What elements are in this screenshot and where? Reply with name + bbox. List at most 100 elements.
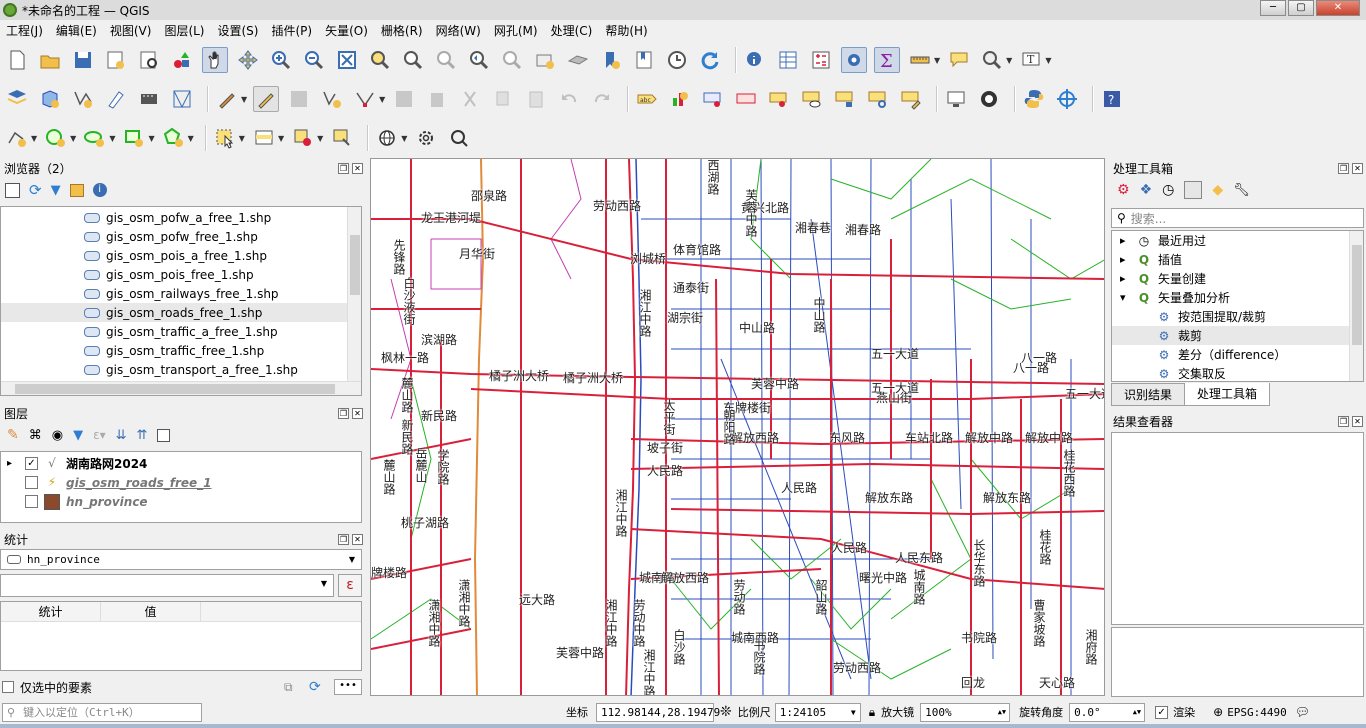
copy-features-icon[interactable] [490, 86, 516, 112]
add-ellipse-icon[interactable] [82, 125, 108, 151]
toolbox-search-input[interactable]: ⚲ 搜索... [1111, 208, 1364, 228]
label-move-tool-icon[interactable] [832, 86, 858, 112]
zoom-native-icon[interactable] [433, 47, 459, 73]
map-canvas[interactable]: 邵泉路 龙王港河堤 月华街 先锋路 白沙液街 滨湖路 枫林一路 新民路 麓山路 新民路 麓山路 岳麓山… [370, 158, 1105, 696]
close-panel-icon[interactable]: ✕ [1352, 415, 1363, 427]
spinner-arrows-icon[interactable]: ▲▼ [998, 708, 1006, 716]
browser-item[interactable]: gis_osm_transport_a_free_1.shp [1, 360, 349, 379]
chevron-right-icon[interactable]: ▸ [1120, 272, 1136, 285]
render-checkbox[interactable]: ✓ [1155, 705, 1169, 719]
copy-icon[interactable]: ⧉ [284, 680, 293, 695]
menu-edit[interactable]: 编辑(E) [56, 22, 97, 39]
toolbox-item[interactable]: ⚙ 差分（difference） [1112, 345, 1350, 364]
float-panel-icon[interactable]: ❐ [338, 533, 349, 545]
browser-item[interactable]: gis_osm_pofw_a_free_1.shp [1, 208, 349, 227]
statistical-summary-icon[interactable]: Σ [874, 47, 900, 73]
chevron-down-icon[interactable]: ▼ [109, 134, 115, 143]
delete-selected-icon[interactable] [424, 86, 450, 112]
close-panel-icon[interactable]: ✕ [352, 162, 363, 174]
open-attribute-table-icon[interactable] [775, 47, 801, 73]
undo-icon[interactable] [556, 86, 582, 112]
label-move-icon[interactable] [766, 86, 792, 112]
toolbox-item[interactable]: ⚙ 裁剪 [1112, 326, 1350, 345]
chevron-down-icon[interactable]: ▼ [401, 134, 407, 143]
chevron-down-icon[interactable]: ▼ [239, 134, 245, 143]
toolbox-item[interactable]: ▸ Q 矢量创建 [1112, 269, 1350, 288]
chevron-down-icon[interactable]: ▼ [379, 95, 385, 104]
toolbox-item[interactable]: ▾ Q 矢量叠加分析 [1112, 288, 1350, 307]
filter-icon[interactable]: ▼ [51, 183, 61, 198]
processing-toolbox-icon[interactable] [841, 47, 867, 73]
save-layer-edits-icon[interactable] [286, 86, 312, 112]
layout-manager-icon[interactable] [136, 47, 162, 73]
menu-vector[interactable]: 矢量(O) [325, 22, 368, 39]
menu-raster[interactable]: 栅格(R) [381, 22, 423, 39]
diagram-options-icon[interactable] [667, 86, 693, 112]
zoom-full-icon[interactable] [334, 47, 360, 73]
crs-globe-icon[interactable]: ⊕ [1213, 705, 1223, 719]
coordinate-capture-icon[interactable] [976, 86, 1002, 112]
python-scripts-icon[interactable]: ❖ [1140, 182, 1153, 198]
menu-plugins[interactable]: 插件(P) [271, 22, 312, 39]
label-highlight-icon[interactable] [733, 86, 759, 112]
filter-expression-icon[interactable]: ε▾ [93, 428, 106, 442]
zoom-next-icon[interactable] [499, 47, 525, 73]
pan-hand-icon[interactable] [202, 47, 228, 73]
chevron-down-icon[interactable]: ▼ [31, 134, 37, 143]
select-location-icon[interactable] [329, 125, 355, 151]
collapse-all-icon[interactable] [69, 183, 84, 197]
menu-layer[interactable]: 图层(L) [164, 22, 204, 39]
menu-help[interactable]: 帮助(H) [605, 22, 647, 39]
new-map-view-icon[interactable] [532, 47, 558, 73]
magnifier-field[interactable]: 100% ▲▼ [920, 702, 1011, 722]
settings-gear-icon[interactable] [413, 125, 439, 151]
selected-only-checkbox[interactable] [2, 681, 14, 693]
more-options-button[interactable]: ••• [334, 679, 362, 695]
chevron-down-icon[interactable]: ▼ [241, 95, 247, 104]
history-clock-icon[interactable]: ◷ [1162, 182, 1174, 198]
label-change-icon[interactable] [898, 86, 924, 112]
python-console-icon[interactable] [1021, 86, 1047, 112]
horizontal-scrollbar[interactable] [1, 381, 361, 395]
chevron-right-icon[interactable]: ▸ [1120, 253, 1136, 266]
column-header-value[interactable]: 值 [101, 602, 201, 621]
toggle-editing-icon[interactable] [253, 86, 280, 112]
label-show-hide-icon[interactable] [799, 86, 825, 112]
help-icon[interactable]: ? [1099, 86, 1125, 112]
layer-item[interactable]: ▸ ✓ √ 湖南路网2024 [1, 454, 361, 473]
rotation-field[interactable]: 0.0° ▲▼ [1069, 702, 1146, 722]
chevron-down-icon[interactable]: ▼ [148, 134, 154, 143]
results-viewer-icon[interactable] [1184, 181, 1203, 199]
browser-item[interactable]: gis_osm_railways_free_1.shp [1, 284, 349, 303]
save-project-icon[interactable] [70, 47, 96, 73]
toolbox-item[interactable]: ⚙ 交集取反 [1112, 364, 1350, 382]
layer-visibility-checkbox[interactable] [25, 476, 38, 489]
show-bookmarks-icon[interactable] [631, 47, 657, 73]
add-rectangle-icon[interactable] [121, 125, 147, 151]
select-by-attributes-icon[interactable] [251, 125, 277, 151]
menu-project[interactable]: 工程(J) [6, 22, 43, 39]
chevron-down-icon[interactable]: ▼ [1045, 56, 1051, 65]
new-temporary-layer-icon[interactable] [103, 86, 129, 112]
current-edits-icon[interactable] [214, 86, 240, 112]
new-print-layout-icon[interactable] [103, 47, 129, 73]
search-icon[interactable] [446, 125, 472, 151]
filter-legend-icon[interactable]: ▼ [73, 428, 83, 443]
digitize-with-segment-icon[interactable] [319, 86, 345, 112]
open-project-icon[interactable] [37, 47, 63, 73]
refresh-icon[interactable]: ⟳ [29, 181, 42, 199]
chevron-down-icon[interactable]: ▼ [1006, 56, 1012, 65]
column-header-stat[interactable]: 统计 [1, 602, 101, 621]
cut-features-icon[interactable] [457, 86, 483, 112]
layer-item[interactable]: ⚡ gis_osm_roads_free_1 [1, 473, 361, 492]
browser-item[interactable]: gis_osm_roads_free_1.shp [1, 303, 349, 322]
edit-features-in-place-icon[interactable]: ◆ [1212, 182, 1223, 198]
label-rotate-icon[interactable] [865, 86, 891, 112]
browser-item[interactable]: gis_osm_traffic_free_1.shp [1, 341, 349, 360]
zoom-to-selection-icon[interactable] [367, 47, 393, 73]
layer-item[interactable]: hn_province [1, 492, 361, 511]
maximize-button[interactable]: ▢ [1288, 0, 1314, 16]
locator-search-field[interactable]: ⚲ 键入以定位（Ctrl+K） [2, 702, 202, 722]
new-shapefile-layer-icon[interactable] [70, 86, 96, 112]
options-wrench-icon[interactable]: 🔧︎ [1233, 183, 1250, 198]
